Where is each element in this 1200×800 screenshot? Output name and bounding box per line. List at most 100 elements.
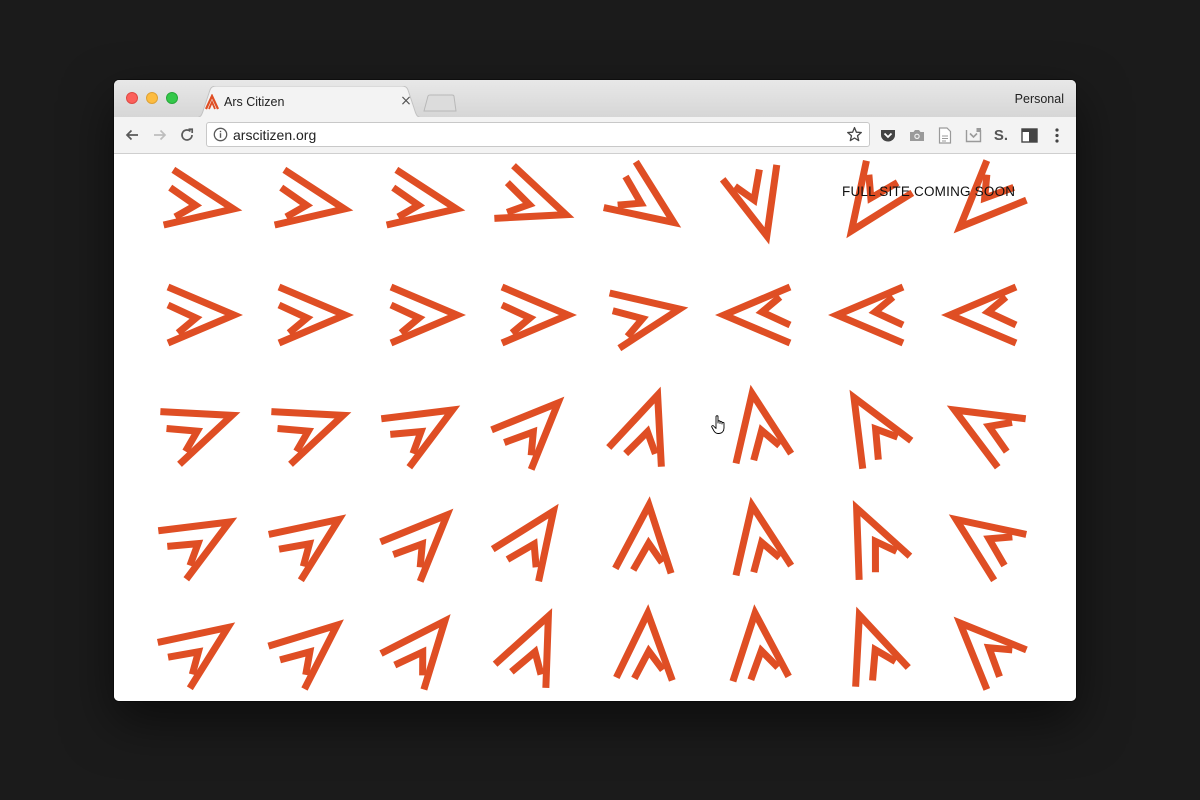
logo-mark-stroke [500,283,577,347]
sidebar-panel-extension[interactable] [1020,126,1038,144]
document-icon [938,126,952,144]
s-extension[interactable]: S. [992,126,1010,144]
logo-mark-icon [948,514,1028,583]
logo-mark-stroke [849,389,914,470]
logo-mark-icon [389,283,466,347]
logo-mark-stroke [385,166,466,229]
logo-mark-stroke [755,294,792,329]
logo-mark-stroke [941,283,1018,347]
info-icon[interactable] [213,127,228,142]
logo-mark-stroke [494,163,575,222]
logo-mark-stroke [267,514,347,583]
maximize-window-button[interactable] [166,92,178,104]
logo-mark-stroke [492,608,553,688]
logo-mark-icon [715,283,792,347]
logo-mark-stroke [953,159,1028,234]
logo-mark-stroke [613,604,676,682]
camera-extension[interactable] [908,126,926,144]
logo-mark-stroke [273,166,354,229]
browser-menu-button[interactable] [1048,126,1066,144]
logo-mark-stroke [389,301,426,336]
logo-mark-icon [612,496,675,575]
tab-ars-citizen[interactable]: Ars Citizen × [194,86,424,118]
browser-window: Ars Citizen × Personal arscitizen.org S.… [114,80,1076,701]
logo-mark-stroke [602,159,682,228]
logo-mark-stroke [846,159,915,239]
logo-mark-icon [160,408,241,467]
logo-mark-icon [846,159,915,239]
logo-mark-icon [273,166,354,229]
star-icon[interactable] [846,126,863,143]
s-logo-icon: S. [993,126,1009,144]
logo-mark-stroke [389,283,466,347]
tab-title: Ars Citizen [224,95,285,109]
back-button[interactable] [122,125,142,145]
reload-button[interactable] [177,125,197,145]
forward-button[interactable] [150,125,170,145]
logo-mark-stroke [380,405,461,470]
logo-mark-icon [500,283,577,347]
ars-citizen-logo-icon [205,94,219,110]
logo-mark-icon [732,384,795,465]
logo-mark-stroke [379,508,454,583]
inbox-icon [965,128,981,143]
logo-mark-stroke [606,386,665,467]
url-text[interactable]: arscitizen.org [233,127,316,143]
profile-button[interactable]: Personal [1015,92,1064,106]
kebab-menu-icon [1055,127,1059,143]
logo-mark-stroke [852,500,913,580]
logo-mark-stroke [729,604,792,683]
browser-toolbar: arscitizen.org S. [114,117,1076,154]
logo-mark-icon [494,163,575,222]
close-window-button[interactable] [126,92,138,104]
logo-mark-icon [729,604,792,683]
logo-mark-icon [379,614,451,691]
minimize-window-button[interactable] [146,92,158,104]
logo-mark-stroke [157,517,238,582]
logo-mark-stroke [379,614,451,691]
logo-mark-icon [608,289,689,352]
logo-mark-icon [267,514,347,583]
logo-mark-icon [156,622,236,691]
logo-mark-icon [828,283,905,347]
document-extension[interactable] [936,126,954,144]
logo-mark-icon [953,616,1028,691]
page-content: FULL SITE COMING SOON [114,154,1076,701]
coming-soon-heading: FULL SITE COMING SOON [842,184,1016,199]
tab-close-icon[interactable]: × [399,94,413,108]
inbox-extension[interactable] [964,126,982,144]
title-bar: Ars Citizen × Personal [114,80,1076,118]
hand-cursor-icon [711,415,725,434]
logo-mark-icon [719,164,781,245]
logo-mark-icon [946,405,1027,470]
logo-mark-icon [379,508,454,583]
logo-mark-stroke [267,619,344,691]
logo-mark-icon [267,619,344,691]
logo-mark-icon [385,166,466,229]
logo-mark-stroke [166,301,203,336]
logo-mark-stroke [490,396,565,471]
logo-mark-stroke [828,283,905,347]
logo-mark-icon [277,283,354,347]
camera-icon [910,130,924,141]
logo-mark-icon [613,604,676,682]
logo-mark-icon [606,386,665,467]
logo-mark-icon [852,606,911,687]
logo-mark-stroke [277,301,314,336]
logo-mark-icon [490,396,565,471]
new-tab-button[interactable] [422,94,458,112]
pocket-extension[interactable] [879,126,897,144]
logo-mark-icon [380,405,461,470]
logo-mark-stroke [277,283,354,347]
logo-mark-grid [156,159,1028,691]
logo-mark-icon [953,159,1028,234]
logo-mark-icon [157,517,238,582]
logo-mark-icon [849,389,914,470]
logo-mark-icon [852,500,913,580]
logo-mark-icon [492,608,553,688]
logo-mark-stroke [612,496,675,575]
logo-mark-stroke [166,283,243,347]
address-bar[interactable]: arscitizen.org [206,122,870,147]
logo-mark-stroke [868,294,905,329]
logo-mark-icon [271,408,352,467]
